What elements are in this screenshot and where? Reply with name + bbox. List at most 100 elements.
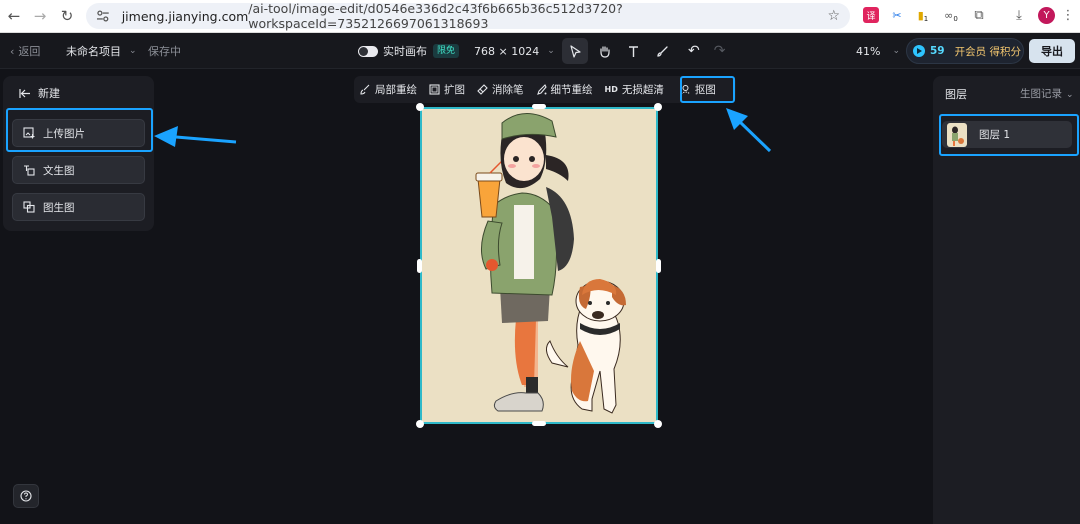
save-status: 保存中 (148, 45, 181, 58)
undo-icon[interactable]: ↶ (688, 43, 700, 59)
hd-icon: HD (604, 85, 618, 94)
cursor-icon (569, 44, 581, 58)
eraser-icon (477, 84, 488, 95)
vip-credits-button[interactable]: 59 开会员 得积分 (906, 38, 1024, 64)
resize-handle-left[interactable] (417, 259, 422, 273)
hd-upscale-button[interactable]: HD 无损超清 (599, 76, 670, 103)
brush-icon (656, 45, 668, 57)
detail-repaint-button[interactable]: 细节重绘 (530, 76, 599, 103)
extension-link-icon[interactable]: ∞ 0 (943, 7, 959, 24)
toggle-switch[interactable] (358, 45, 378, 57)
vip-label: 开会员 得积分 (954, 45, 1021, 58)
project-name: 未命名项目 (66, 45, 121, 58)
site-settings-icon[interactable] (96, 9, 110, 23)
canvas-size-dropdown[interactable]: 768 × 1024 ⌄ (474, 33, 555, 69)
eraser-label: 消除笔 (492, 84, 524, 96)
inpaint-icon (360, 84, 370, 95)
detail-repaint-icon (536, 84, 547, 95)
new-panel: 新建 上传图片 文生图 图生图 (3, 76, 154, 231)
layers-title: 图层 (945, 88, 967, 101)
image-to-image-button[interactable]: 图生图 (12, 193, 145, 221)
back-arrow-icon[interactable]: ← (3, 5, 25, 27)
inpaint-label: 局部重绘 (375, 84, 417, 96)
chevron-down-icon: ⌄ (1066, 90, 1074, 100)
address-bar[interactable]: jimeng.jianying.com/ai-tool/image-edit/d… (86, 1, 850, 31)
play-icon (913, 45, 925, 57)
extension-badge: 0 (953, 15, 958, 23)
new-panel-header: 新建 (19, 85, 60, 101)
select-tool-button[interactable] (562, 38, 588, 64)
chevron-down-icon: ⌄ (892, 46, 900, 56)
resize-handle-top-left[interactable] (416, 103, 424, 111)
profile-avatar[interactable]: Y (1038, 7, 1055, 24)
new-panel-title: 新建 (38, 87, 60, 100)
bookmark-star-icon[interactable]: ☆ (827, 8, 840, 24)
text-to-image-button[interactable]: 文生图 (12, 156, 145, 184)
hand-tool-button[interactable] (591, 38, 617, 64)
zoom-dropdown[interactable]: 41% ⌄ (856, 33, 900, 69)
layer-highlight-box (939, 114, 1079, 156)
url-host: jimeng.jianying.com (121, 8, 249, 24)
image-edit-toolbar: 局部重绘 扩图 消除笔 细节重绘 HD 无损超清 抠图 (354, 76, 736, 103)
expand-icon (429, 84, 440, 95)
annotation-arrow-right (726, 108, 772, 153)
canvas-tools (562, 33, 678, 69)
image-to-image-icon (23, 201, 35, 213)
download-icon[interactable]: ⤓ (1011, 7, 1027, 23)
hand-icon (599, 45, 610, 58)
realtime-canvas-toggle[interactable]: 实时画布 限免 (358, 33, 460, 69)
reload-icon[interactable]: ↻ (56, 5, 78, 27)
text-to-image-icon (24, 165, 35, 176)
resize-handle-bottom[interactable] (532, 421, 546, 426)
extensions-puzzle-icon[interactable]: ⧉ (971, 7, 987, 23)
project-name-dropdown[interactable]: 未命名项目 ⌄ (66, 33, 137, 69)
url-path: /ai-tool/image-edit/d0546e336d2c43f6b665… (248, 1, 623, 31)
expand-button[interactable]: 扩图 (423, 76, 471, 103)
chevron-down-icon: ⌄ (129, 46, 137, 56)
extension-scissors-icon[interactable]: ✂ (889, 7, 905, 23)
eraser-button[interactable]: 消除笔 (471, 76, 530, 103)
browser-toolbar: ← → ↻ jimeng.jianying.com/ai-tool/image-… (0, 0, 1080, 33)
extension-yellow-icon[interactable]: ▮ 1 (915, 7, 931, 24)
chevron-down-icon: ⌄ (547, 46, 555, 56)
collapse-left-icon[interactable] (19, 88, 31, 99)
inpaint-button[interactable]: 局部重绘 (354, 76, 423, 103)
app-header: ‹ 返回 未命名项目 ⌄ 保存中 实时画布 限免 768 × 1024 ⌄ ↶ ↷ 4… (0, 33, 1080, 69)
dog-figure (546, 279, 626, 414)
redo-icon[interactable]: ↷ (714, 43, 726, 59)
export-button[interactable]: 导出 (1029, 39, 1075, 63)
text-to-image-label: 文生图 (43, 164, 75, 177)
browser-menu-icon[interactable]: ⋮ (1060, 7, 1076, 23)
generation-history-dropdown[interactable]: 生图记录 ⌄ (1020, 86, 1074, 101)
annotation-arrow-left (154, 126, 237, 147)
resize-handle-right[interactable] (656, 259, 661, 273)
back-button[interactable]: ‹ 返回 (10, 33, 40, 69)
girl-and-dog-illustration (475, 113, 626, 414)
cutout-highlight-box (680, 76, 735, 103)
resize-handle-bottom-left[interactable] (416, 420, 424, 428)
canvas-image[interactable] (420, 107, 658, 424)
help-button[interactable] (13, 484, 39, 508)
brush-tool-button[interactable] (649, 38, 675, 64)
text-icon (628, 45, 638, 57)
history-controls: ↶ ↷ (688, 33, 725, 69)
canvas-size: 768 × 1024 (474, 44, 540, 58)
resize-handle-bottom-right[interactable] (654, 420, 662, 428)
history-label: 生图记录 (1020, 88, 1062, 100)
detail-repaint-label: 细节重绘 (550, 84, 593, 96)
forward-arrow-icon[interactable]: → (29, 5, 51, 27)
extension-red-icon[interactable]: 译 (863, 7, 879, 23)
text-tool-button[interactable] (620, 38, 646, 64)
upload-highlight-box (6, 108, 153, 152)
credits-count: 59 (930, 45, 945, 57)
free-badge: 限免 (433, 44, 460, 58)
chevron-left-icon: ‹ (10, 44, 15, 58)
resize-handle-top-right[interactable] (654, 103, 662, 111)
resize-handle-top[interactable] (532, 104, 546, 109)
image-to-image-label: 图生图 (43, 201, 75, 214)
expand-label: 扩图 (444, 84, 465, 96)
extension-badge: 1 (923, 15, 929, 23)
back-label: 返回 (18, 45, 41, 58)
zoom-level: 41% (856, 44, 881, 58)
realtime-canvas-label: 实时画布 (383, 45, 427, 58)
